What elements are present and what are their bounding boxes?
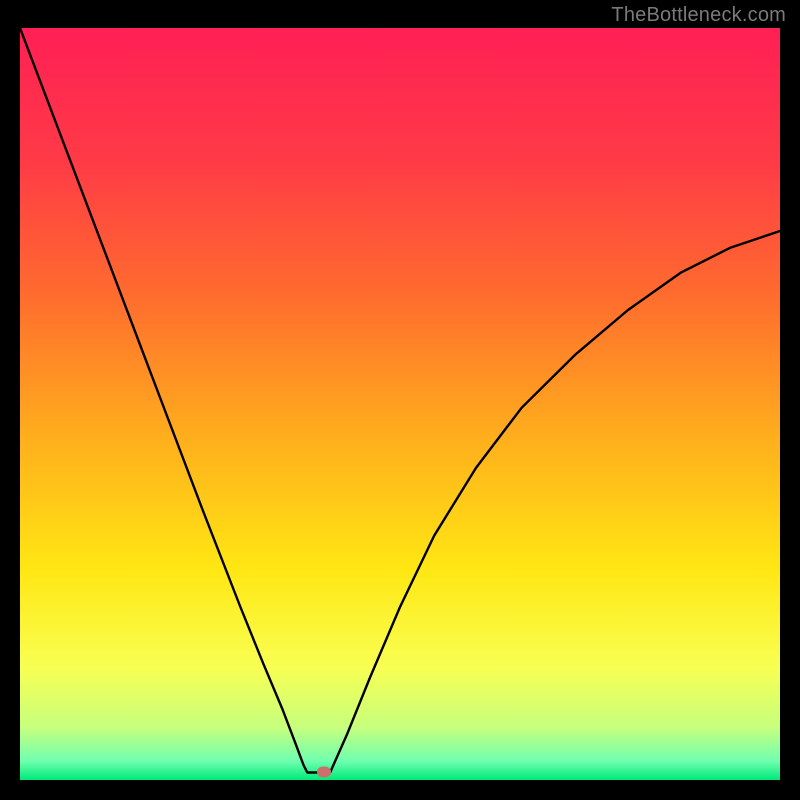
chart-frame: TheBottleneck.com	[0, 0, 800, 800]
watermark-text: TheBottleneck.com	[611, 4, 786, 27]
bottleneck-curve	[20, 28, 780, 780]
minimum-marker	[317, 767, 331, 778]
plot-area	[20, 28, 780, 780]
